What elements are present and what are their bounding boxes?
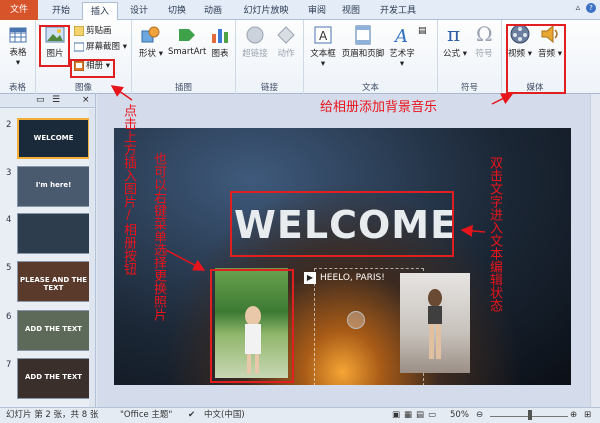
annotation-right-click-menu: 也可以右键菜单选择更换照片 xyxy=(151,152,166,321)
annotation-arrows xyxy=(110,85,514,271)
annotation-background-music: 给相册添加背景音乐 xyxy=(320,100,438,115)
annotation-double-click-text: 双击文字进入文本编辑状态 xyxy=(487,156,502,312)
annotation-click-insert: 点击上方插入图片/相册按钮 xyxy=(121,104,136,275)
